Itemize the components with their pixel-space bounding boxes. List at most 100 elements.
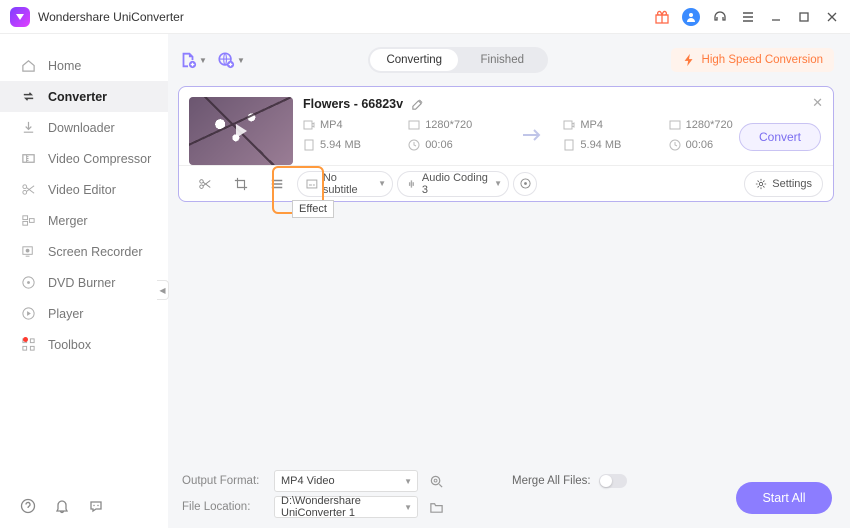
gear-icon bbox=[755, 178, 767, 190]
dst-dur: 00:06 bbox=[686, 139, 714, 151]
file-title: Flowers - 66823v bbox=[303, 97, 403, 111]
grid-icon bbox=[20, 337, 36, 353]
sidebar-item-compressor[interactable]: Video Compressor bbox=[0, 143, 168, 174]
tab-finished[interactable]: Finished bbox=[458, 49, 546, 71]
play-icon bbox=[236, 124, 247, 138]
src-res: 1280*720 bbox=[425, 119, 472, 131]
main-footer: Output Format: MP4 Video▼ Merge All File… bbox=[178, 462, 834, 520]
src-dur: 00:06 bbox=[425, 139, 453, 151]
tab-converting[interactable]: Converting bbox=[370, 49, 458, 71]
lightning-icon bbox=[682, 53, 696, 67]
app-logo-icon bbox=[10, 7, 30, 27]
titlebar: Wondershare UniConverter bbox=[0, 0, 850, 34]
main-panel: ▼ ▼ Converting Finished High Speed Conve… bbox=[168, 34, 850, 528]
rename-icon[interactable] bbox=[411, 98, 424, 111]
sidebar-item-toolbox[interactable]: Toolbox bbox=[0, 329, 168, 360]
clock-icon bbox=[669, 139, 681, 151]
file-location-label: File Location: bbox=[182, 501, 264, 513]
avatar-icon[interactable] bbox=[682, 8, 700, 26]
file-location-select[interactable]: D:\Wondershare UniConverter 1▼ bbox=[274, 496, 418, 518]
output-format-label: Output Format: bbox=[182, 475, 264, 487]
app-title: Wondershare UniConverter bbox=[38, 10, 654, 24]
open-folder-icon[interactable] bbox=[428, 499, 444, 515]
sidebar-item-label: DVD Burner bbox=[48, 276, 115, 290]
merge-toggle[interactable] bbox=[599, 474, 627, 488]
size-icon bbox=[563, 139, 575, 151]
feedback-icon[interactable] bbox=[88, 498, 104, 514]
settings-label: Settings bbox=[772, 178, 812, 190]
dst-size: 5.94 MB bbox=[580, 139, 621, 151]
audio-value: Audio Coding 3 bbox=[422, 172, 490, 196]
home-icon bbox=[20, 58, 36, 74]
output-preview-icon[interactable] bbox=[428, 473, 444, 489]
record-icon bbox=[20, 244, 36, 260]
help-icon[interactable] bbox=[20, 498, 36, 514]
video-thumbnail[interactable] bbox=[189, 97, 293, 165]
sidebar-item-downloader[interactable]: Downloader bbox=[0, 112, 168, 143]
sidebar-item-editor[interactable]: Video Editor bbox=[0, 174, 168, 205]
clock-icon bbox=[408, 139, 420, 151]
compress-icon bbox=[20, 151, 36, 167]
dst-format: MP4 bbox=[580, 119, 603, 131]
subtitle-value: No subtitle bbox=[323, 172, 374, 196]
sidebar-item-converter[interactable]: Converter bbox=[0, 81, 168, 112]
src-size: 5.94 MB bbox=[320, 139, 361, 151]
merge-icon bbox=[20, 213, 36, 229]
sidebar-item-label: Video Compressor bbox=[48, 152, 151, 166]
main-topbar: ▼ ▼ Converting Finished High Speed Conve… bbox=[178, 46, 834, 74]
subtitle-select[interactable]: No subtitle▼ bbox=[297, 171, 393, 197]
sidebar-item-label: Home bbox=[48, 59, 81, 73]
maximize-icon[interactable] bbox=[796, 9, 812, 25]
dst-res: 1280*720 bbox=[686, 119, 733, 131]
hsc-label: High Speed Conversion bbox=[702, 54, 823, 66]
disc-icon bbox=[20, 275, 36, 291]
sidebar: Home Converter Downloader Video Compress… bbox=[0, 34, 168, 528]
support-icon[interactable] bbox=[712, 9, 728, 25]
sidebar-item-dvd[interactable]: DVD Burner bbox=[0, 267, 168, 298]
src-format: MP4 bbox=[320, 119, 343, 131]
video-icon bbox=[563, 119, 575, 131]
audio-select[interactable]: Audio Coding 3▼ bbox=[397, 171, 509, 197]
sidebar-item-label: Converter bbox=[48, 90, 107, 104]
high-speed-conversion-button[interactable]: High Speed Conversion bbox=[671, 48, 834, 72]
sidebar-collapse-toggle[interactable]: ◀ bbox=[157, 280, 169, 300]
info-button[interactable] bbox=[513, 172, 537, 196]
crop-button[interactable] bbox=[225, 171, 257, 197]
video-icon bbox=[303, 119, 315, 131]
sidebar-item-label: Video Editor bbox=[48, 183, 116, 197]
add-url-button[interactable]: ▼ bbox=[216, 46, 246, 74]
menu-icon[interactable] bbox=[740, 9, 756, 25]
file-card: ✕ Flowers - 66823v MP4 1280*720 MP4 bbox=[178, 86, 834, 202]
settings-button[interactable]: Settings bbox=[744, 171, 823, 197]
download-icon bbox=[20, 120, 36, 136]
output-format-select[interactable]: MP4 Video▼ bbox=[274, 470, 418, 492]
size-icon bbox=[303, 139, 315, 151]
sidebar-item-home[interactable]: Home bbox=[0, 50, 168, 81]
start-all-button[interactable]: Start All bbox=[736, 482, 832, 514]
sidebar-item-label: Merger bbox=[48, 214, 88, 228]
sidebar-item-label: Downloader bbox=[48, 121, 115, 135]
sidebar-item-player[interactable]: Player bbox=[0, 298, 168, 329]
resolution-icon bbox=[408, 119, 420, 131]
add-file-button[interactable]: ▼ bbox=[178, 46, 208, 74]
effect-tooltip: Effect bbox=[292, 200, 334, 218]
scissors-icon bbox=[20, 182, 36, 198]
minimize-icon[interactable] bbox=[768, 9, 784, 25]
sidebar-item-label: Toolbox bbox=[48, 338, 91, 352]
effect-button[interactable] bbox=[261, 171, 293, 197]
bell-icon[interactable] bbox=[54, 498, 70, 514]
play-icon bbox=[20, 306, 36, 322]
sidebar-item-recorder[interactable]: Screen Recorder bbox=[0, 236, 168, 267]
tab-segmented-control: Converting Finished bbox=[368, 47, 548, 73]
trim-button[interactable] bbox=[189, 171, 221, 197]
sidebar-item-merger[interactable]: Merger bbox=[0, 205, 168, 236]
sidebar-item-label: Player bbox=[48, 307, 83, 321]
sidebar-item-label: Screen Recorder bbox=[48, 245, 143, 259]
remove-file-icon[interactable]: ✕ bbox=[812, 95, 823, 111]
gift-icon[interactable] bbox=[654, 9, 670, 25]
convert-button[interactable]: Convert bbox=[739, 123, 821, 151]
subtitle-icon bbox=[306, 178, 318, 190]
close-icon[interactable] bbox=[824, 9, 840, 25]
converter-icon bbox=[20, 89, 36, 105]
merge-label: Merge All Files: bbox=[512, 475, 591, 487]
